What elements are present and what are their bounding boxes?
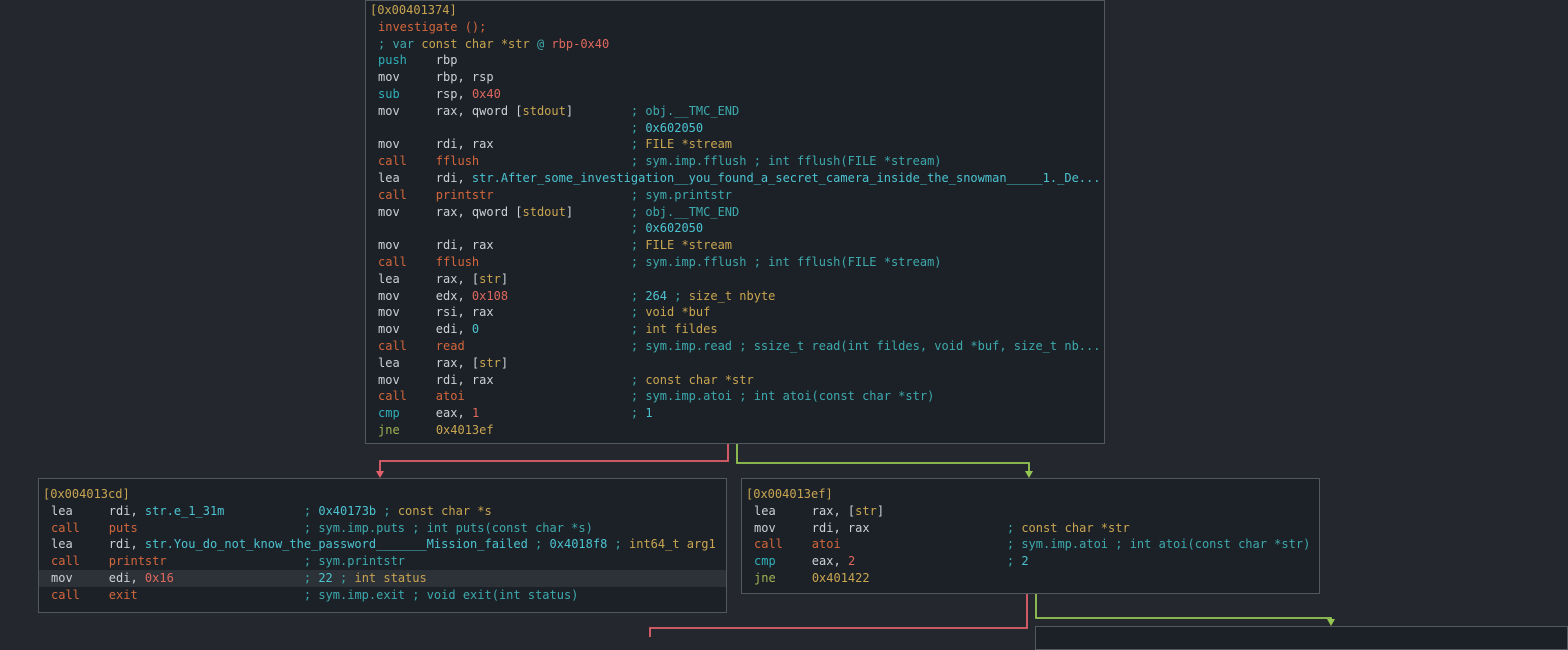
- asm-line[interactable]: call fflush ; sym.imp.fflush ; int fflus…: [366, 254, 1104, 271]
- block-header: [0x004013ef]: [742, 486, 1319, 503]
- asm-line[interactable]: call printstr ; sym.printstr: [39, 553, 726, 570]
- asm-line[interactable]: mov rdi, rax ; const char *str: [742, 520, 1319, 537]
- asm-line[interactable]: lea rax, [str]: [366, 271, 1104, 288]
- asm-line[interactable]: jne 0x401422: [742, 570, 1319, 587]
- asm-line[interactable]: call atoi ; sym.imp.atoi ; int atoi(cons…: [366, 388, 1104, 405]
- asm-line[interactable]: call puts ; sym.imp.puts ; int puts(cons…: [39, 520, 726, 537]
- asm-line[interactable]: call fflush ; sym.imp.fflush ; int fflus…: [366, 153, 1104, 170]
- asm-line[interactable]: ; var const char *str @ rbp-0x40: [366, 36, 1104, 53]
- arrowhead: [1327, 619, 1335, 626]
- asm-line[interactable]: call printstr ; sym.printstr: [366, 187, 1104, 204]
- asm-line[interactable]: mov rsi, rax ; void *buf: [366, 304, 1104, 321]
- asm-line[interactable]: push rbp: [366, 52, 1104, 69]
- block-header: [0x00401374]: [366, 2, 1104, 19]
- asm-line[interactable]: call read ; sym.imp.read ; ssize_t read(…: [366, 338, 1104, 355]
- basic-block-0x004013cd[interactable]: [0x004013cd] lea rdi, str.e_1_31m ; 0x40…: [38, 478, 727, 613]
- block-instructions: investigate ();; var const char *str @ r…: [366, 19, 1104, 439]
- asm-line[interactable]: sub rsp, 0x40: [366, 86, 1104, 103]
- edge-false-branch-0x401374-to-0x4013cd: [376, 444, 728, 478]
- asm-line[interactable]: jne 0x4013ef: [366, 422, 1104, 439]
- asm-line[interactable]: mov rbp, rsp: [366, 69, 1104, 86]
- basic-block-0x004013ef[interactable]: [0x004013ef] lea rax, [str]mov rdi, rax …: [741, 478, 1320, 594]
- asm-line[interactable]: lea rdi, str.e_1_31m ; 0x40173b ; const …: [39, 503, 726, 520]
- asm-line[interactable]: mov edx, 0x108 ; 264 ; size_t nbyte: [366, 288, 1104, 305]
- asm-line[interactable]: mov rdi, rax ; FILE *stream: [366, 136, 1104, 153]
- block-header: [0x004013cd]: [39, 486, 726, 503]
- asm-line[interactable]: lea rax, [str]: [742, 503, 1319, 520]
- asm-line[interactable]: mov rax, qword [stdout] ; obj.__TMC_END: [366, 204, 1104, 221]
- asm-line[interactable]: cmp eax, 1 ; 1: [366, 405, 1104, 422]
- asm-line[interactable]: mov rdi, rax ; FILE *stream: [366, 237, 1104, 254]
- basic-block-0x00401374[interactable]: [0x00401374] investigate ();; var const …: [365, 0, 1105, 444]
- asm-line[interactable]: investigate ();: [366, 19, 1104, 36]
- asm-line[interactable]: ; 0x602050: [366, 120, 1104, 137]
- asm-line[interactable]: call atoi ; sym.imp.atoi ; int atoi(cons…: [742, 536, 1319, 553]
- asm-line[interactable]: lea rdi, str.After_some_investigation__y…: [366, 170, 1104, 187]
- edge-true-branch-0x401374-to-0x4013ef: [737, 444, 1033, 478]
- asm-line[interactable]: lea rdi, str.You_do_not_know_the_passwor…: [39, 536, 726, 553]
- asm-line[interactable]: lea rax, [str]: [366, 355, 1104, 372]
- arrowhead: [1025, 471, 1033, 478]
- block-instructions: lea rax, [str]mov rdi, rax ; const char …: [742, 503, 1319, 587]
- asm-line[interactable]: cmp eax, 2 ; 2: [742, 553, 1319, 570]
- graph-canvas[interactable]: { "view": { "type": "disassembly-graph",…: [0, 0, 1568, 637]
- asm-line-selected[interactable]: mov edi, 0x16 ; 22 ; int status: [39, 570, 726, 587]
- edge-true-branch-from-0x4013ef: [1036, 594, 1335, 626]
- asm-line[interactable]: mov edi, 0 ; int fildes: [366, 321, 1104, 338]
- asm-line[interactable]: call exit ; sym.imp.exit ; void exit(int…: [39, 587, 726, 604]
- arrowhead: [376, 471, 384, 478]
- asm-line[interactable]: ; 0x602050: [366, 220, 1104, 237]
- asm-line[interactable]: mov rdi, rax ; const char *str: [366, 372, 1104, 389]
- block-instructions: lea rdi, str.e_1_31m ; 0x40173b ; const …: [39, 503, 726, 604]
- basic-block-partial[interactable]: [1035, 626, 1568, 650]
- asm-line[interactable]: mov rax, qword [stdout] ; obj.__TMC_END: [366, 103, 1104, 120]
